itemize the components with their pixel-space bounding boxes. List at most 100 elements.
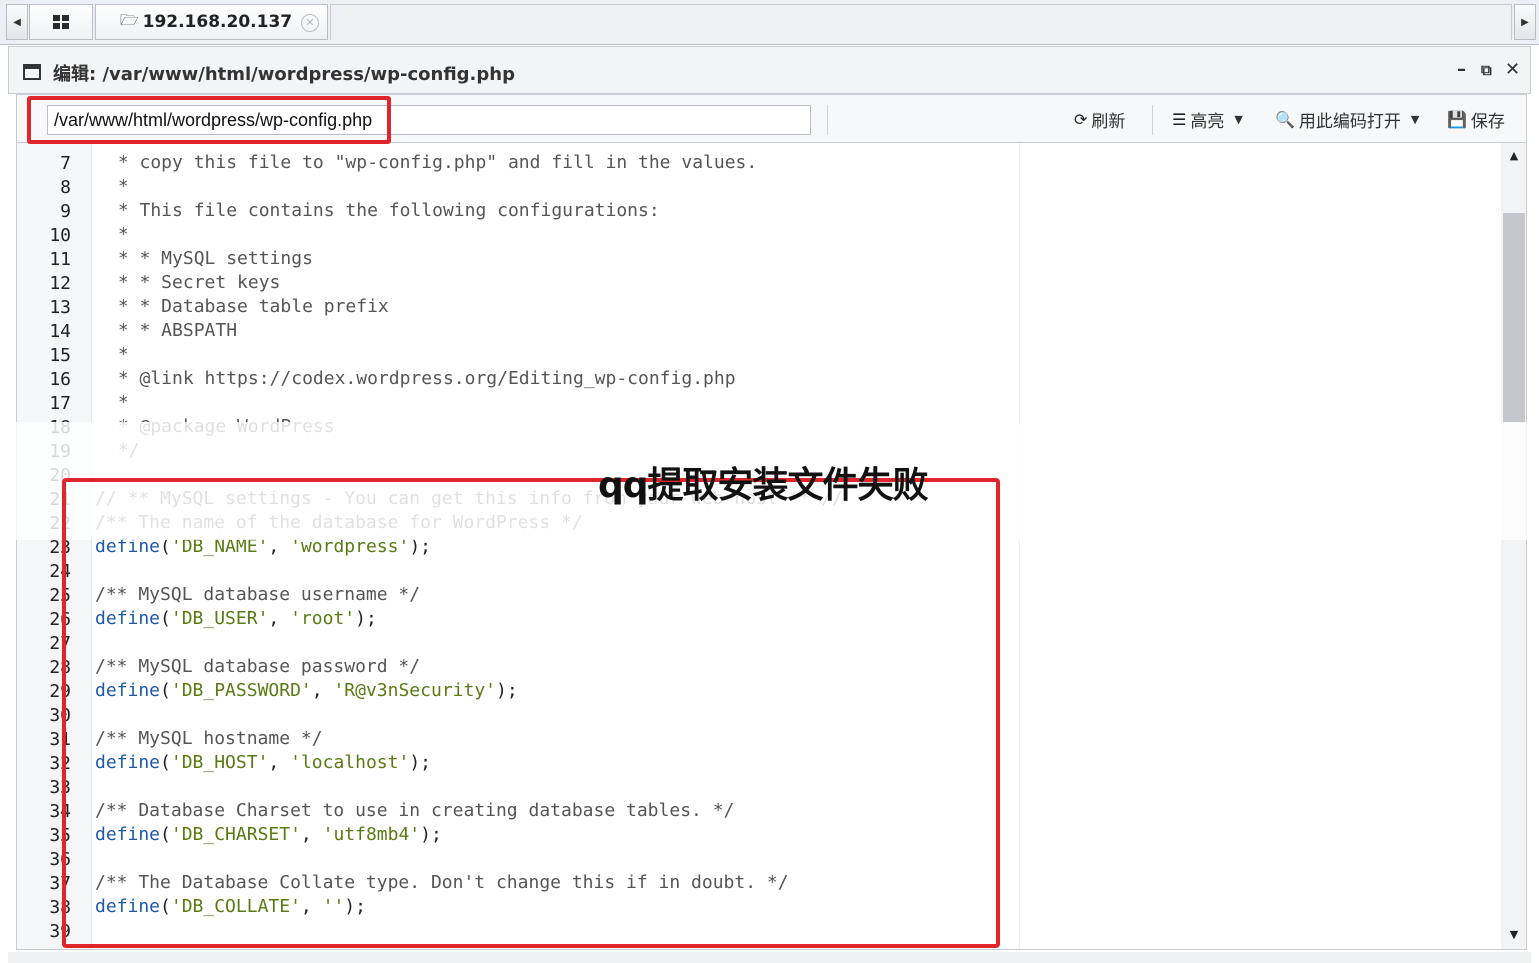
encoding-icon: 🔍 [1275, 109, 1295, 129]
line-number: 12 [49, 273, 71, 294]
code-line: * [107, 224, 129, 245]
code-string: 'DB_USER' [170, 608, 269, 629]
line-number: 35 [49, 825, 71, 846]
code-line: define('DB_PASSWORD', 'R@v3nSecurity'); [95, 679, 518, 703]
tab-host-label: 192.168.20.137 [142, 12, 293, 32]
line-number: 7 [60, 153, 71, 174]
tab-strip-empty [330, 4, 1512, 40]
line-number: 29 [49, 681, 71, 702]
line-number: 32 [49, 753, 71, 774]
code-line: * This file contains the following confi… [107, 200, 660, 221]
toolbar-separator [827, 105, 828, 135]
line-number: 16 [49, 369, 71, 390]
code-string: 'root' [290, 608, 356, 629]
restore-icon[interactable]: ⧉ [1481, 61, 1492, 79]
code-string: '' [322, 896, 345, 917]
line-number: 34 [49, 801, 71, 822]
minimize-icon[interactable]: – [1457, 59, 1466, 80]
scroll-down-icon[interactable]: ▼ [1501, 928, 1526, 941]
line-number: 18 [49, 417, 71, 438]
code-punct: ); [409, 536, 432, 557]
code-punct: ( [160, 536, 171, 557]
line-number: 28 [49, 657, 71, 678]
code-punct: ); [496, 680, 518, 701]
code-line: * * MySQL settings [107, 248, 313, 269]
line-number: 17 [49, 393, 71, 414]
line-number: 22 [49, 513, 71, 534]
code-string: 'DB_HOST' [170, 752, 269, 773]
line-number: 37 [49, 873, 71, 894]
code-punct: ( [160, 896, 171, 917]
code-keyword: define [95, 536, 161, 557]
tab-scroll-right-button[interactable]: ▶ [1514, 4, 1536, 40]
scrollbar-thumb[interactable] [1503, 213, 1525, 423]
code-keyword: define [95, 824, 161, 845]
code-string: 'localhost' [290, 752, 410, 773]
line-number: 10 [49, 225, 71, 246]
code-punct: , [268, 536, 291, 557]
save-button[interactable]: 💾 保存 [1447, 107, 1505, 132]
highlight-dropdown[interactable]: ☰ 高亮 ▼ [1172, 107, 1243, 132]
line-number: 19 [49, 441, 71, 462]
code-string: 'DB_CHARSET' [170, 824, 301, 845]
code-line: /** MySQL database username */ [95, 584, 421, 605]
line-number: 26 [49, 609, 71, 630]
code-line: * [107, 392, 129, 413]
refresh-icon: ⟳ [1074, 109, 1088, 129]
code-line: * [107, 344, 129, 365]
line-number: 27 [49, 633, 71, 654]
code-punct: ); [409, 752, 432, 773]
code-keyword: define [95, 896, 161, 917]
code-punct: ( [160, 680, 171, 701]
code-line: define('DB_HOST', 'localhost'); [95, 751, 431, 775]
code-line: /** Database Charset to use in creating … [95, 800, 735, 821]
tab-scroll-left-button[interactable]: ◀ [6, 4, 28, 40]
line-number: 33 [49, 777, 71, 798]
line-number: 36 [49, 849, 71, 870]
file-path-input[interactable] [47, 105, 811, 135]
code-punct: ); [355, 608, 377, 629]
print-margin [1019, 143, 1020, 949]
code-string: 'DB_COLLATE' [170, 896, 301, 917]
code-punct: , [300, 896, 323, 917]
code-punct: ); [344, 896, 366, 917]
grid-icon [53, 15, 69, 29]
code-line: * [107, 176, 129, 197]
tab-host[interactable]: 🗁 192.168.20.137 ✕ [95, 4, 328, 40]
editor-titlebar: 编辑: /var/www/html/wordpress/wp-config.ph… [8, 46, 1531, 94]
code-punct: , [311, 680, 334, 701]
line-number: 25 [49, 585, 71, 606]
code-punct: ( [160, 824, 171, 845]
code-punct: , [300, 824, 323, 845]
code-line: /** MySQL database password */ [95, 656, 421, 677]
open-encoding-label: 用此编码打开 [1298, 111, 1401, 132]
editor-toolbar: ⟳ 刷新 ☰ 高亮 ▼ 🔍 用此编码打开 ▼ 💾 保存 [16, 94, 1527, 143]
scroll-up-icon[interactable]: ▲ [1501, 149, 1526, 162]
close-icon[interactable]: ✕ [301, 14, 319, 32]
code-line: /** MySQL hostname */ [95, 728, 323, 749]
line-number: 15 [49, 345, 71, 366]
highlight-label: 高亮 [1190, 111, 1225, 132]
tab-overview[interactable] [29, 4, 93, 40]
code-keyword: define [95, 608, 161, 629]
code-string: 'DB_PASSWORD' [170, 680, 312, 701]
open-with-encoding-dropdown[interactable]: 🔍 用此编码打开 ▼ [1275, 107, 1420, 132]
code-keyword: define [95, 680, 161, 701]
window-bottom-edge [8, 952, 1531, 963]
code-line: define('DB_COLLATE', ''); [95, 895, 366, 919]
code-line: define('DB_NAME', 'wordpress'); [95, 535, 431, 559]
vertical-scrollbar[interactable]: ▲ ▼ [1501, 143, 1526, 949]
code-punct: , [268, 752, 291, 773]
code-line: * * Secret keys [107, 272, 281, 293]
refresh-button[interactable]: ⟳ 刷新 [1074, 107, 1125, 132]
line-number: 21 [49, 489, 71, 510]
code-string: 'wordpress' [290, 536, 410, 557]
line-number: 24 [49, 561, 71, 582]
line-number: 39 [49, 921, 71, 942]
line-number: 38 [49, 897, 71, 918]
window-title: 编辑: /var/www/html/wordpress/wp-config.ph… [53, 64, 515, 85]
code-editor[interactable]: 7 * copy this file to "wp-config.php" an… [16, 143, 1527, 950]
line-number: 9 [60, 201, 71, 222]
close-window-icon[interactable]: ✕ [1505, 59, 1520, 80]
caret-down-icon: ▼ [1410, 112, 1420, 126]
